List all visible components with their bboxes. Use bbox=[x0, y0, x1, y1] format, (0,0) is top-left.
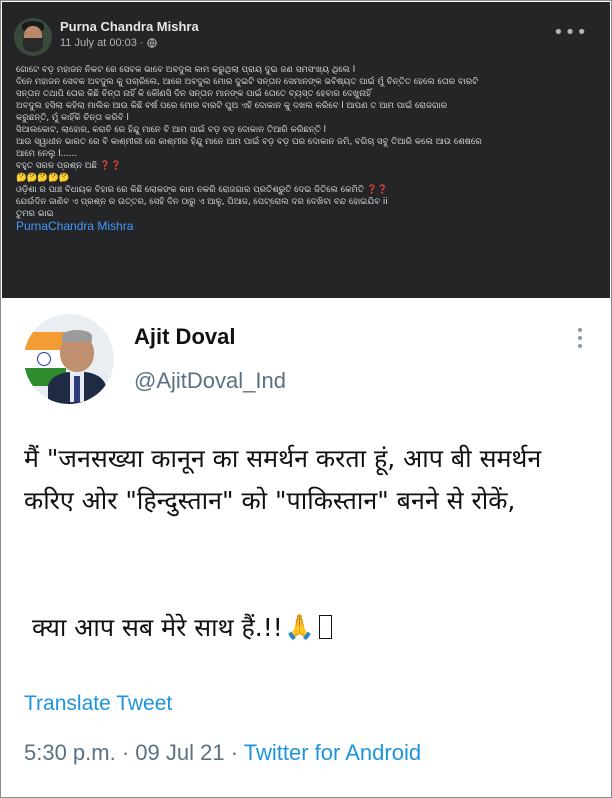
footer-dot: · bbox=[121, 740, 130, 765]
thinking-emoji-row: 🤔🤔🤔🤔🤔 bbox=[16, 173, 70, 183]
folded-hands-emoji: 🙏 bbox=[284, 613, 315, 641]
post-line: ସନ୍ତାନ ତଥାପି ତୋର କିଛି ଚିନ୍ତା ନାହିଁ କି କୌ… bbox=[16, 89, 372, 99]
footer-dot: · bbox=[230, 740, 239, 765]
post-line: ଆମେ ନେଲୁ l...... bbox=[16, 149, 77, 159]
author-name[interactable]: Purna Chandra Mishra bbox=[60, 19, 199, 34]
post-line-text: ବହୁତ ସରଳ ପ୍ରଶ୍ନ ଅଛି bbox=[16, 161, 98, 171]
tweet-screenshot: Ajit Doval @AjitDoval_Ind मैं "जनसख्या क… bbox=[2, 300, 610, 796]
author-avatar[interactable] bbox=[14, 18, 52, 56]
translate-tweet-link[interactable]: Translate Tweet bbox=[24, 692, 172, 716]
more-dots-icon[interactable]: ••• bbox=[553, 24, 588, 42]
question-marks: ❓❓ bbox=[366, 185, 389, 195]
post-line: ବହୁତ ସରଳ ପ୍ରଶ୍ନ ଅଛି ❓❓ bbox=[16, 160, 602, 172]
tweet-footer: 5:30 p.m. · 09 Jul 21 · Twitter for Andr… bbox=[24, 740, 421, 766]
facebook-post: Purna Chandra Mishra 11 July at 00:03 · … bbox=[2, 2, 610, 298]
tweet-avatar[interactable] bbox=[24, 314, 114, 404]
tweet-question: क्या आप सब मेरे साथ हैं.!! bbox=[32, 613, 283, 642]
post-line: ଦିନେ ମହାଜନ ସେବକ ଅବଦୁଲ କୁ ପଚାରିଲେ, ଆରେ ଅବ… bbox=[16, 77, 479, 87]
question-marks: ❓❓ bbox=[99, 161, 122, 171]
post-body: ଗୋଟେ ବଡ଼ ମହାଜନ ନିକଟ ରେ ସେବକ ଭାବେ ଅବଦୁଲ କ… bbox=[16, 64, 602, 232]
profile-link[interactable]: PurnaChandra Mishra bbox=[16, 220, 602, 232]
post-meta: 11 July at 00:03 · bbox=[60, 37, 157, 49]
vertical-dots-icon[interactable] bbox=[578, 328, 582, 348]
post-line: ସିଆଲକୋଟ, ଲାହୋର, କରାଚି ରେ ହିନ୍ଦୁ ମାନେ ବି … bbox=[16, 125, 327, 135]
tweet-author-name[interactable]: Ajit Doval bbox=[134, 324, 235, 350]
post-line: ଆଉ ସ୍ୱାଧୀନ ଭାରତ ରେ ବି କାଶ୍ମୀରୀ ରେ କାଶ୍ମୀ… bbox=[16, 137, 482, 147]
post-line: ତୁମର ଭାଇ bbox=[16, 209, 54, 219]
post-line-text: ଓଡ଼ିଶା ର ପାଞ୍ଚ ବିଧାୟକ ବିହାର ରେ କିଛି ଲୋକଙ… bbox=[16, 185, 364, 195]
tweet-date[interactable]: 09 Jul 21 bbox=[135, 740, 224, 765]
post-line: ଓଡ଼ିଶା ର ପାଞ୍ଚ ବିଧାୟକ ବିହାର ରେ କିଛି ଲୋକଙ… bbox=[16, 184, 602, 196]
post-line: କରୁଛନ୍ତି, ମୁଁ କାହିଁକି ଚିନ୍ତା କରିବି l bbox=[16, 113, 129, 123]
tweet-question-line: क्या आप सब मेरे साथ हैं.!! 🙏 bbox=[32, 610, 332, 644]
tweet-handle[interactable]: @AjitDoval_Ind bbox=[134, 368, 286, 394]
meta-separator: · bbox=[139, 37, 144, 49]
post-date[interactable]: 11 July at 00:03 bbox=[60, 37, 137, 49]
tweet-text: मैं "जनसख्या कानून का समर्थन करता हूं, आ… bbox=[24, 444, 542, 515]
tweet-time[interactable]: 5:30 p.m. bbox=[24, 740, 116, 765]
post-line: ଯେଉଁଦିନ ଜାଣିବ ଏ ପ୍ରଶ୍ନ ର ଉତ୍ତର, ସେହି ଦିନ… bbox=[16, 197, 388, 207]
missing-glyph-box bbox=[318, 615, 332, 639]
tweet-source[interactable]: Twitter for Android bbox=[244, 740, 421, 765]
globe-icon bbox=[146, 38, 157, 48]
post-line: ଅବଦୁଲ ହସିଲା କହିଲା ମାଲିକ ଆଉ କିଛି ବର୍ଷ ପରେ… bbox=[16, 101, 448, 111]
post-line: ଗୋଟେ ବଡ଼ ମହାଜନ ନିକଟ ରେ ସେବକ ଭାବେ ଅବଦୁଲ କ… bbox=[16, 65, 356, 75]
